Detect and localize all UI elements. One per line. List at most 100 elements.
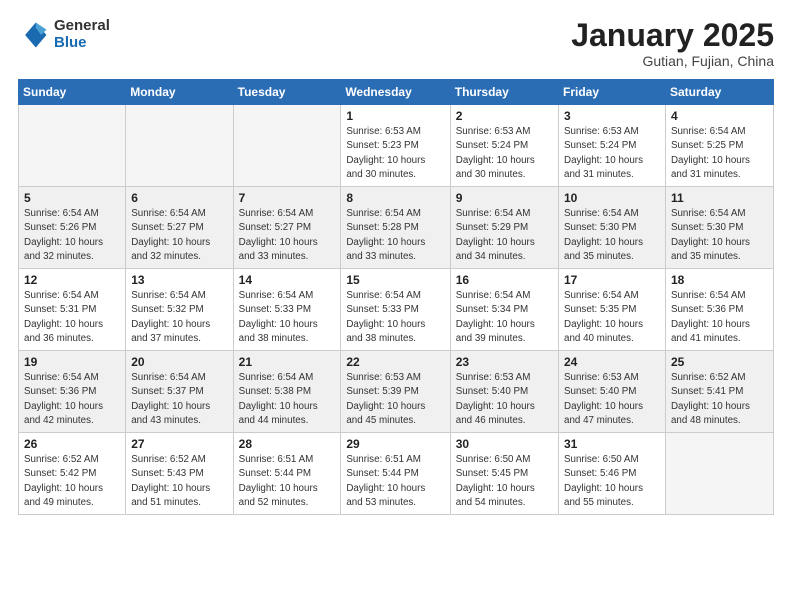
- day-number: 3: [564, 109, 660, 123]
- day-info: Sunrise: 6:54 AM Sunset: 5:33 PM Dayligh…: [346, 289, 444, 346]
- calendar-table: Sunday Monday Tuesday Wednesday Thursday…: [18, 79, 774, 515]
- table-row: 8 Sunrise: 6:54 AM Sunset: 5:28 PM Daylig…: [341, 187, 450, 269]
- table-row: 7 Sunrise: 6:54 AM Sunset: 5:27 PM Daylig…: [233, 187, 341, 269]
- table-row: 2 Sunrise: 6:53 AM Sunset: 5:24 PM Daylig…: [450, 105, 558, 187]
- day-number: 8: [346, 191, 444, 205]
- day-info: Sunrise: 6:54 AM Sunset: 5:27 PM Dayligh…: [239, 207, 336, 264]
- table-row: 17 Sunrise: 6:54 AM Sunset: 5:35 PM Dayli…: [559, 269, 666, 351]
- table-row: 5Sunrise: 6:54 AM Sunset: 5:26 PM Daylig…: [19, 187, 126, 269]
- day-info: Sunrise: 6:51 AM Sunset: 5:44 PM Dayligh…: [239, 453, 336, 510]
- day-number: 28: [239, 437, 336, 451]
- day-number: 7: [239, 191, 336, 205]
- day-info: Sunrise: 6:53 AM Sunset: 5:40 PM Dayligh…: [456, 371, 553, 428]
- logo: General Blue: [18, 18, 110, 51]
- logo-general-text: General: [54, 18, 110, 35]
- day-info: Sunrise: 6:54 AM Sunset: 5:28 PM Dayligh…: [346, 207, 444, 264]
- header-tuesday: Tuesday: [233, 80, 341, 105]
- day-info: Sunrise: 6:54 AM Sunset: 5:34 PM Dayligh…: [456, 289, 553, 346]
- day-number: 27: [131, 437, 227, 451]
- day-info: Sunrise: 6:54 AM Sunset: 5:30 PM Dayligh…: [671, 207, 768, 264]
- day-number: 29: [346, 437, 444, 451]
- page: General Blue January 2025 Gutian, Fujian…: [0, 0, 792, 612]
- day-number: 30: [456, 437, 553, 451]
- table-row: 6Sunrise: 6:54 AM Sunset: 5:27 PM Daylig…: [126, 187, 233, 269]
- location-subtitle: Gutian, Fujian, China: [571, 53, 774, 69]
- table-row: [19, 105, 126, 187]
- logo-text: General Blue: [54, 18, 110, 51]
- header-friday: Friday: [559, 80, 666, 105]
- table-row: 24 Sunrise: 6:53 AM Sunset: 5:40 PM Dayli…: [559, 351, 666, 433]
- day-number: 16: [456, 273, 553, 287]
- day-number: 9: [456, 191, 553, 205]
- table-row: 30Sunrise: 6:50 AM Sunset: 5:45 PM Dayli…: [450, 433, 558, 515]
- header-wednesday: Wednesday: [341, 80, 450, 105]
- table-row: 12Sunrise: 6:54 AM Sunset: 5:31 PM Dayli…: [19, 269, 126, 351]
- day-info: Sunrise: 6:52 AM Sunset: 5:43 PM Dayligh…: [131, 453, 227, 510]
- table-row: 22 Sunrise: 6:53 AM Sunset: 5:39 PM Dayli…: [341, 351, 450, 433]
- header-monday: Monday: [126, 80, 233, 105]
- table-row: 31 Sunrise: 6:50 AM Sunset: 5:46 PM Dayli…: [559, 433, 666, 515]
- day-info: Sunrise: 6:50 AM Sunset: 5:46 PM Dayligh…: [564, 453, 660, 510]
- table-row: 14 Sunrise: 6:54 AM Sunset: 5:33 PM Dayli…: [233, 269, 341, 351]
- day-info: Sunrise: 6:54 AM Sunset: 5:27 PM Dayligh…: [131, 207, 227, 264]
- day-number: 17: [564, 273, 660, 287]
- logo-icon: [18, 19, 50, 51]
- table-row: 25 Sunrise: 6:52 AM Sunset: 5:41 PM Dayli…: [665, 351, 773, 433]
- table-row: 3Sunrise: 6:53 AM Sunset: 5:24 PM Daylig…: [559, 105, 666, 187]
- header: General Blue January 2025 Gutian, Fujian…: [18, 18, 774, 69]
- calendar-week-row: 12Sunrise: 6:54 AM Sunset: 5:31 PM Dayli…: [19, 269, 774, 351]
- day-number: 24: [564, 355, 660, 369]
- day-info: Sunrise: 6:53 AM Sunset: 5:39 PM Dayligh…: [346, 371, 444, 428]
- day-info: Sunrise: 6:54 AM Sunset: 5:30 PM Dayligh…: [564, 207, 660, 264]
- day-number: 11: [671, 191, 768, 205]
- table-row: 15 Sunrise: 6:54 AM Sunset: 5:33 PM Dayli…: [341, 269, 450, 351]
- day-info: Sunrise: 6:52 AM Sunset: 5:41 PM Dayligh…: [671, 371, 768, 428]
- table-row: [126, 105, 233, 187]
- day-info: Sunrise: 6:54 AM Sunset: 5:33 PM Dayligh…: [239, 289, 336, 346]
- table-row: 28 Sunrise: 6:51 AM Sunset: 5:44 PM Dayli…: [233, 433, 341, 515]
- calendar-header-row: Sunday Monday Tuesday Wednesday Thursday…: [19, 80, 774, 105]
- day-number: 25: [671, 355, 768, 369]
- day-info: Sunrise: 6:51 AM Sunset: 5:44 PM Dayligh…: [346, 453, 444, 510]
- day-number: 12: [24, 273, 120, 287]
- table-row: 19 Sunrise: 6:54 AM Sunset: 5:36 PM Dayli…: [19, 351, 126, 433]
- day-info: Sunrise: 6:54 AM Sunset: 5:36 PM Dayligh…: [24, 371, 120, 428]
- day-info: Sunrise: 6:54 AM Sunset: 5:35 PM Dayligh…: [564, 289, 660, 346]
- header-thursday: Thursday: [450, 80, 558, 105]
- table-row: 20Sunrise: 6:54 AM Sunset: 5:37 PM Dayli…: [126, 351, 233, 433]
- table-row: [233, 105, 341, 187]
- day-info: Sunrise: 6:53 AM Sunset: 5:40 PM Dayligh…: [564, 371, 660, 428]
- day-number: 18: [671, 273, 768, 287]
- calendar-week-row: 26 Sunrise: 6:52 AM Sunset: 5:42 PM Dayli…: [19, 433, 774, 515]
- table-row: 9Sunrise: 6:54 AM Sunset: 5:29 PM Daylig…: [450, 187, 558, 269]
- day-number: 26: [24, 437, 120, 451]
- day-number: 15: [346, 273, 444, 287]
- day-number: 19: [24, 355, 120, 369]
- day-number: 31: [564, 437, 660, 451]
- day-info: Sunrise: 6:52 AM Sunset: 5:42 PM Dayligh…: [24, 453, 120, 510]
- header-saturday: Saturday: [665, 80, 773, 105]
- day-number: 21: [239, 355, 336, 369]
- day-info: Sunrise: 6:54 AM Sunset: 5:38 PM Dayligh…: [239, 371, 336, 428]
- day-number: 1: [346, 109, 444, 123]
- day-info: Sunrise: 6:54 AM Sunset: 5:32 PM Dayligh…: [131, 289, 227, 346]
- table-row: 26 Sunrise: 6:52 AM Sunset: 5:42 PM Dayli…: [19, 433, 126, 515]
- table-row: 4Sunrise: 6:54 AM Sunset: 5:25 PM Daylig…: [665, 105, 773, 187]
- day-number: 23: [456, 355, 553, 369]
- day-number: 4: [671, 109, 768, 123]
- day-number: 2: [456, 109, 553, 123]
- header-sunday: Sunday: [19, 80, 126, 105]
- day-info: Sunrise: 6:53 AM Sunset: 5:23 PM Dayligh…: [346, 125, 444, 182]
- table-row: 18 Sunrise: 6:54 AM Sunset: 5:36 PM Dayli…: [665, 269, 773, 351]
- table-row: 11 Sunrise: 6:54 AM Sunset: 5:30 PM Dayli…: [665, 187, 773, 269]
- day-number: 22: [346, 355, 444, 369]
- day-number: 14: [239, 273, 336, 287]
- day-info: Sunrise: 6:53 AM Sunset: 5:24 PM Dayligh…: [456, 125, 553, 182]
- day-number: 5: [24, 191, 120, 205]
- calendar-week-row: 5Sunrise: 6:54 AM Sunset: 5:26 PM Daylig…: [19, 187, 774, 269]
- calendar-week-row: 1 Sunrise: 6:53 AM Sunset: 5:23 PM Daylig…: [19, 105, 774, 187]
- table-row: 16 Sunrise: 6:54 AM Sunset: 5:34 PM Dayli…: [450, 269, 558, 351]
- day-info: Sunrise: 6:54 AM Sunset: 5:36 PM Dayligh…: [671, 289, 768, 346]
- table-row: 29 Sunrise: 6:51 AM Sunset: 5:44 PM Dayli…: [341, 433, 450, 515]
- table-row: [665, 433, 773, 515]
